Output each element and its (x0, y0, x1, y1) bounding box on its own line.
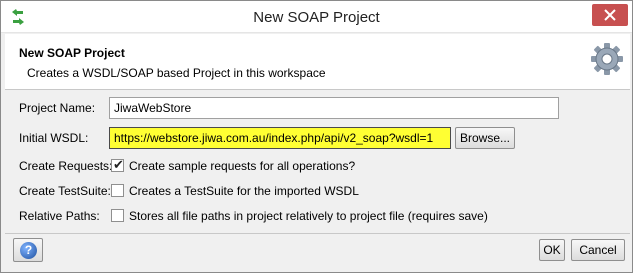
cancel-button[interactable]: Cancel (571, 239, 625, 261)
relative-paths-checkbox[interactable] (111, 209, 124, 222)
new-soap-project-dialog: New SOAP Project New SOAP Project Create… (0, 0, 633, 273)
project-form: Project Name: JiwaWebStore Initial WSDL:… (5, 91, 630, 231)
relative-paths-text: Stores all file paths in project relativ… (129, 209, 488, 223)
window-title: New SOAP Project (253, 9, 380, 26)
help-icon: ? (20, 242, 37, 259)
create-requests-checkbox[interactable]: ✔ (111, 157, 124, 172)
gear-icon (591, 43, 623, 75)
create-testsuite-label: Create TestSuite: (19, 184, 111, 198)
header-title: New SOAP Project (19, 46, 125, 60)
project-name-input[interactable]: JiwaWebStore (109, 97, 559, 119)
relative-paths-label: Relative Paths: (19, 209, 100, 223)
create-requests-label: Create Requests: (19, 159, 113, 173)
dialog-footer: ? OK Cancel (5, 233, 630, 269)
check-icon: ✔ (113, 157, 124, 172)
create-testsuite-text: Creates a TestSuite for the imported WSD… (129, 184, 359, 198)
header-subtitle: Creates a WSDL/SOAP based Project in thi… (27, 66, 326, 80)
browse-button[interactable]: Browse... (455, 127, 515, 149)
project-name-label: Project Name: (19, 101, 96, 115)
close-icon (604, 9, 616, 21)
close-button[interactable] (592, 4, 628, 26)
initial-wsdl-label: Initial WSDL: (19, 131, 89, 145)
ok-button[interactable]: OK (539, 239, 565, 261)
initial-wsdl-input[interactable]: https://webstore.jiwa.com.au/index.php/a… (109, 127, 451, 149)
title-bar: New SOAP Project (1, 1, 632, 33)
help-button[interactable]: ? (13, 238, 43, 262)
create-requests-text: Create sample requests for all operation… (129, 159, 356, 173)
create-testsuite-checkbox[interactable] (111, 184, 124, 197)
dialog-header: New SOAP Project Creates a WSDL/SOAP bas… (5, 34, 630, 90)
